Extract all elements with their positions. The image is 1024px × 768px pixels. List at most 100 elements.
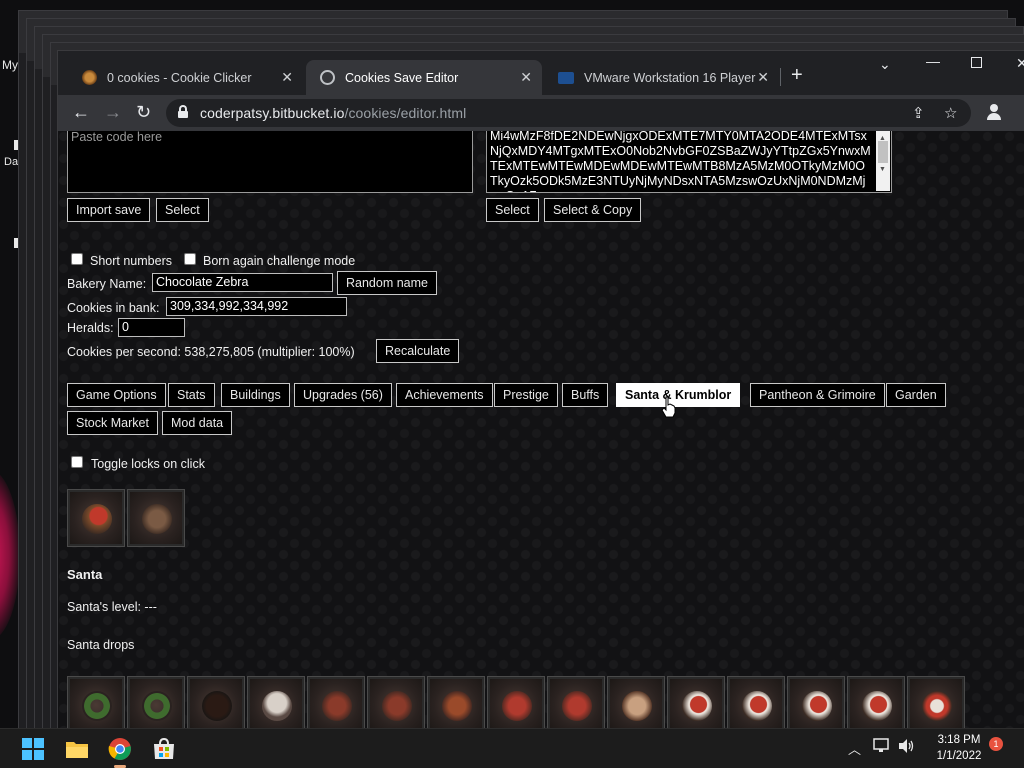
santa-drop-slot[interactable] [127, 676, 185, 729]
export-code-textarea[interactable]: Mi4wMzF8fDE2NDEwNjgxODExMTE7MTY0MTA2ODE4… [486, 131, 892, 193]
microsoft-store-icon[interactable] [151, 736, 177, 762]
toggle-locks-checkbox[interactable] [71, 456, 83, 468]
born-again-label: Born again challenge mode [203, 254, 356, 268]
santa-drop-slot[interactable] [67, 676, 125, 729]
tab-achievements[interactable]: Achievements [396, 383, 493, 407]
recalculate-button[interactable]: Recalculate [376, 339, 460, 363]
born-again-checkbox[interactable] [184, 253, 196, 265]
santa-drop-slot[interactable] [487, 676, 545, 729]
santa-drop-slot[interactable] [907, 676, 965, 729]
tab-strip: 0 cookies - Cookie Clicker ✕ Cookies Sav… [58, 51, 1024, 95]
vmware-icon [558, 71, 574, 84]
bakery-name-input[interactable]: Chocolate Zebra [152, 273, 333, 292]
snowman-icon [262, 691, 292, 721]
system-clock[interactable]: 3:18 PM 1/1/2022 [930, 732, 988, 764]
import-code-textarea[interactable]: Paste code here [67, 131, 473, 193]
tab-title: 0 cookies - Cookie Clicker [107, 70, 252, 85]
wallpaper-glow [0, 470, 20, 640]
close-window-button[interactable]: ✕ [1016, 55, 1024, 72]
tab-buffs[interactable]: Buffs [562, 383, 609, 407]
tab-cookie-clicker[interactable]: 0 cookies - Cookie Clicker ✕ [68, 60, 303, 95]
close-tab-icon[interactable]: ✕ [757, 69, 769, 86]
tab-stock-market[interactable]: Stock Market [67, 411, 158, 435]
reload-button[interactable]: ↻ [136, 101, 151, 123]
heralds-input[interactable]: 0 [118, 318, 185, 337]
santa-level-slot[interactable] [67, 489, 125, 547]
import-save-button[interactable]: Import save [67, 198, 151, 222]
profile-avatar-icon[interactable] [984, 102, 1004, 122]
back-button[interactable]: ← [72, 101, 90, 123]
url-text[interactable]: coderpatsy.bitbucket.io/cookies/editor.h… [200, 105, 466, 121]
tab-garden[interactable]: Garden [886, 383, 946, 407]
forward-button[interactable]: → [104, 101, 122, 123]
santa-drop-slot[interactable] [787, 676, 845, 729]
desktop-icon-label[interactable]: Da [4, 156, 18, 168]
tab-vmware[interactable]: VMware Workstation 16 Player ✕ [544, 60, 779, 95]
close-tab-icon[interactable]: ✕ [520, 69, 532, 86]
desktop-icon-label[interactable]: My [2, 58, 18, 72]
tab-cookies-save-editor[interactable]: Cookies Save Editor ✕ [306, 60, 542, 95]
santa-hat-icon [682, 691, 712, 721]
random-name-button[interactable]: Random name [337, 271, 437, 295]
tab-prestige[interactable]: Prestige [494, 383, 558, 407]
santa-drop-slot[interactable] [667, 676, 725, 729]
santa-drop-slot[interactable] [187, 676, 245, 729]
santa-drop-slot[interactable] [607, 676, 665, 729]
dragon-level-slot[interactable] [127, 489, 185, 547]
select-copy-button[interactable]: Select & Copy [544, 198, 642, 222]
tab-upgrades[interactable]: Upgrades (56) [294, 383, 392, 407]
select-export-button[interactable]: Select [486, 198, 539, 222]
tab-stats[interactable]: Stats [168, 383, 215, 407]
scrollbar-thumb[interactable] [878, 141, 888, 163]
export-code-text: Mi4wMzF8fDE2NDEwNjgxODExMTE7MTY0MTA2ODE4… [490, 131, 871, 192]
krumblor-egg-icon [142, 504, 172, 534]
santa-drop-slot[interactable] [847, 676, 905, 729]
bookmark-star-icon[interactable]: ☆ [944, 104, 957, 122]
santa-drop-slot[interactable] [307, 676, 365, 729]
clock-time: 3:18 PM [937, 734, 981, 746]
reindeer-icon [382, 691, 412, 721]
minimize-button[interactable]: — [926, 53, 940, 69]
tab-title: Cookies Save Editor [345, 70, 459, 85]
textarea-scrollbar[interactable]: ▲ ▼ [876, 131, 890, 191]
tab-santa-krumblor[interactable]: Santa & Krumblor [616, 383, 741, 407]
heralds-label: Heralds: [67, 321, 114, 335]
new-tab-button[interactable]: + [791, 65, 803, 85]
short-numbers-checkbox[interactable] [71, 253, 83, 265]
globe-icon [320, 70, 335, 85]
tab-pantheon-grimoire[interactable]: Pantheon & Grimoire [750, 383, 885, 407]
tab-mod-data[interactable]: Mod data [162, 411, 233, 435]
select-import-button[interactable]: Select [156, 198, 209, 222]
santa-drop-slot[interactable] [427, 676, 485, 729]
santa-drop-slot[interactable] [547, 676, 605, 729]
reindeer-icon [322, 691, 352, 721]
notification-badge[interactable]: 1 [989, 737, 1003, 751]
tab-game-options[interactable]: Game Options [67, 383, 166, 407]
tab-buildings[interactable]: Buildings [221, 383, 290, 407]
santa-level-text: Santa's level: --- [67, 600, 157, 614]
tab-search-chevron-icon[interactable]: ⌄ [879, 56, 891, 73]
network-icon[interactable] [873, 738, 891, 754]
windows-start-icon[interactable] [20, 736, 46, 762]
chrome-icon[interactable] [107, 736, 133, 762]
toggle-locks-label: Toggle locks on click [91, 457, 205, 471]
santa-hat-icon [862, 691, 892, 721]
file-explorer-icon[interactable] [64, 736, 90, 762]
scroll-down-icon[interactable]: ▼ [879, 162, 886, 177]
address-bar[interactable]: coderpatsy.bitbucket.io/cookies/editor.h… [166, 99, 971, 127]
cookies-per-second-text: Cookies per second: 538,275,805 (multipl… [67, 345, 355, 359]
wreath-icon [142, 691, 172, 721]
volume-icon[interactable] [898, 738, 916, 754]
santa-drop-slot[interactable] [727, 676, 785, 729]
bakery-name-label: Bakery Name: [67, 277, 147, 291]
santa-drop-slot[interactable] [247, 676, 305, 729]
santa-drop-slot[interactable] [367, 676, 425, 729]
lock-icon[interactable] [178, 105, 188, 118]
close-tab-icon[interactable]: ✕ [281, 69, 293, 86]
show-hidden-icons-chevron-icon[interactable]: ︿ [848, 739, 861, 758]
cookies-in-bank-input[interactable]: 309,334,992,334,992 [166, 297, 347, 316]
share-icon[interactable]: ⇪ [912, 104, 925, 122]
cookies-in-bank-label: Cookies in bank: [67, 301, 160, 315]
maximize-button[interactable] [971, 57, 982, 68]
import-placeholder: Paste code here [71, 131, 163, 144]
